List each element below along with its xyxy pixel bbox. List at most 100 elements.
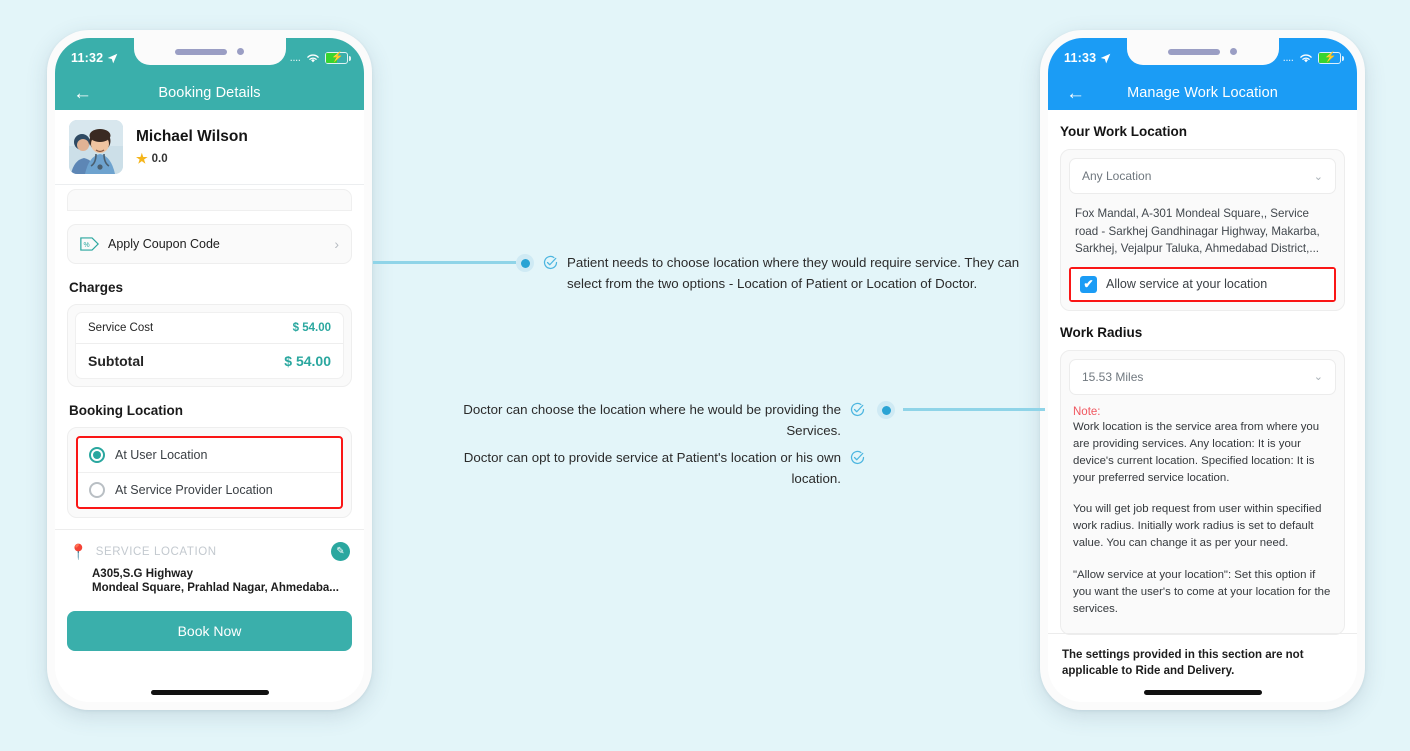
- nav-bar-right: ← Manage Work Location: [1048, 78, 1357, 110]
- work-location-title: Your Work Location: [1060, 124, 1188, 139]
- back-arrow-icon[interactable]: ←: [73, 84, 99, 103]
- screen-left: Michael Wilson ★ 0.0 % Apply Coupon Code: [55, 110, 364, 702]
- home-indicator: [150, 690, 269, 695]
- allow-service-label: Allow service at your location: [1106, 277, 1268, 292]
- booking-location-title: Booking Location: [69, 403, 183, 418]
- charge-row: Service Cost $ 54.00: [76, 313, 343, 343]
- note-paragraph: You will get job request from user withi…: [1073, 503, 1322, 550]
- notch-speaker: [175, 48, 227, 55]
- wifi-icon: [307, 53, 319, 62]
- canvas: 11:32 .... ⚡ ← Booking Details Michael W…: [0, 0, 1410, 751]
- chevron-right-icon: ›: [334, 236, 339, 252]
- charge-row-subtotal: Subtotal $ 54.00: [76, 343, 343, 378]
- work-radius-title: Work Radius: [1060, 324, 1143, 340]
- rating-value: 0.0: [151, 152, 168, 165]
- wifi-icon: [1300, 53, 1312, 62]
- battery-charging-icon: ⚡: [325, 52, 351, 64]
- booking-location-card: At User Location At Service Provider Loc…: [67, 427, 352, 518]
- check-circle-icon: [850, 402, 865, 417]
- charges-title: Charges: [69, 280, 124, 295]
- service-location-caption: SERVICE LOCATION: [95, 545, 217, 558]
- svg-text:%: %: [83, 242, 89, 249]
- map-pin-icon: 📍: [69, 543, 88, 561]
- coupon-label: Apply Coupon Code: [108, 237, 220, 251]
- annotation-left-callout: Patient needs to choose location where t…: [543, 253, 1028, 294]
- service-address-line2: Mondeal Square, Prahlad Nagar, Ahmedaba.…: [92, 582, 339, 594]
- screen-right: Your Work Location Any Location ⌄ Fox Ma…: [1048, 110, 1357, 702]
- charge-label: Subtotal: [88, 353, 144, 369]
- work-radius-value: 15.53 Miles: [1082, 369, 1144, 384]
- charge-label: Service Cost: [88, 322, 154, 334]
- annotation-text: Patient needs to choose location where t…: [567, 255, 1020, 291]
- notch: [133, 38, 286, 65]
- service-address-line1: A305,S.G Highway: [92, 568, 193, 580]
- doctor-row[interactable]: Michael Wilson ★ 0.0: [55, 110, 364, 185]
- highlight-box-radio-group: At User Location At Service Provider Loc…: [76, 436, 343, 509]
- note-paragraph: Work location is the service area from w…: [1073, 420, 1320, 485]
- chevron-down-icon: ⌄: [1313, 170, 1323, 183]
- radio-option-provider-location[interactable]: At Service Provider Location: [78, 472, 341, 507]
- annotation-text: Doctor can choose the location where he …: [463, 402, 841, 438]
- star-icon: ★: [136, 150, 148, 166]
- chevron-down-icon: ⌄: [1313, 371, 1323, 384]
- service-location-block: 📍 SERVICE LOCATION ✎ A305,S.G Highway Mo…: [55, 530, 364, 594]
- page-title-left: Booking Details: [158, 85, 261, 101]
- radio-icon-selected[interactable]: [89, 447, 105, 463]
- connector-dot-left: [516, 254, 534, 272]
- nav-bar-left: ← Booking Details: [55, 78, 364, 110]
- note-label: Note:: [1073, 405, 1101, 418]
- back-arrow-icon[interactable]: ←: [1066, 84, 1092, 103]
- note-paragraph: "Allow service at your location": Set th…: [1073, 568, 1331, 615]
- signal-dots: ....: [1283, 53, 1294, 63]
- charges-card: Service Cost $ 54.00 Subtotal $ 54.00: [67, 304, 352, 387]
- status-time: 11:33: [1064, 51, 1097, 65]
- status-bar-right: 11:33 .... ⚡: [1048, 38, 1357, 78]
- status-bar-left: 11:32 .... ⚡: [55, 38, 364, 78]
- connector-dot-right: [877, 401, 895, 419]
- work-address-text: Fox Mandal, A-301 Mondeal Square,, Servi…: [1075, 207, 1320, 256]
- annotation-text: Doctor can opt to provide service at Pat…: [463, 450, 841, 486]
- check-circle-icon: [543, 255, 558, 270]
- check-circle-icon: [850, 450, 865, 465]
- work-location-card: Any Location ⌄ Fox Mandal, A-301 Mondeal…: [1060, 149, 1345, 311]
- edit-badge-icon[interactable]: ✎: [331, 542, 350, 561]
- radio-label: At User Location: [115, 448, 208, 462]
- notch-speaker: [1168, 48, 1220, 55]
- location-arrow-icon: [1100, 53, 1111, 63]
- phone-right: 11:33 .... ⚡ ← Manage Work Location Your…: [1040, 30, 1365, 710]
- avatar: [69, 120, 123, 174]
- partial-card-above: [67, 189, 352, 211]
- connector-line-left: [373, 261, 516, 264]
- doctor-rating: ★ 0.0: [136, 151, 248, 167]
- footer-note: The settings provided in this section ar…: [1048, 632, 1357, 680]
- highlight-box-checkbox: ✔ Allow service at your location: [1069, 266, 1336, 302]
- connector-line-right: [903, 408, 1045, 411]
- notch-camera: [1230, 48, 1237, 55]
- doctor-name: Michael Wilson: [136, 127, 248, 145]
- status-time: 11:32: [71, 51, 104, 65]
- coupon-percent-icon: %: [80, 237, 99, 251]
- notch-camera: [237, 48, 244, 55]
- signal-dots: ....: [290, 53, 301, 63]
- location-type-select[interactable]: Any Location ⌄: [1069, 158, 1336, 194]
- allow-service-checkbox-row[interactable]: ✔ Allow service at your location: [1071, 268, 1334, 300]
- charge-value: $ 54.00: [284, 353, 331, 369]
- apply-coupon-row[interactable]: % Apply Coupon Code ›: [67, 224, 352, 264]
- charge-value: $ 54.00: [292, 322, 331, 334]
- location-type-value: Any Location: [1082, 169, 1152, 183]
- work-radius-select[interactable]: 15.53 Miles ⌄: [1069, 358, 1336, 395]
- annotation-right-callout-1: Doctor can choose the location where he …: [425, 400, 865, 441]
- checkbox-checked-icon[interactable]: ✔: [1080, 275, 1097, 293]
- book-now-button[interactable]: Book Now: [67, 611, 352, 651]
- work-radius-card: 15.53 Miles ⌄ Note: Work location is the…: [1060, 349, 1345, 635]
- radio-icon-unselected[interactable]: [89, 482, 105, 498]
- location-arrow-icon: [107, 53, 118, 63]
- phone-left: 11:32 .... ⚡ ← Booking Details Michael W…: [47, 30, 372, 710]
- annotation-right-callout-2: Doctor can opt to provide service at Pat…: [425, 448, 865, 489]
- radio-label: At Service Provider Location: [115, 483, 273, 497]
- radio-option-user-location[interactable]: At User Location: [78, 438, 341, 472]
- notch: [1126, 38, 1279, 65]
- home-indicator: [1143, 690, 1262, 695]
- battery-charging-icon: ⚡: [1318, 52, 1344, 64]
- page-title-right: Manage Work Location: [1127, 85, 1278, 101]
